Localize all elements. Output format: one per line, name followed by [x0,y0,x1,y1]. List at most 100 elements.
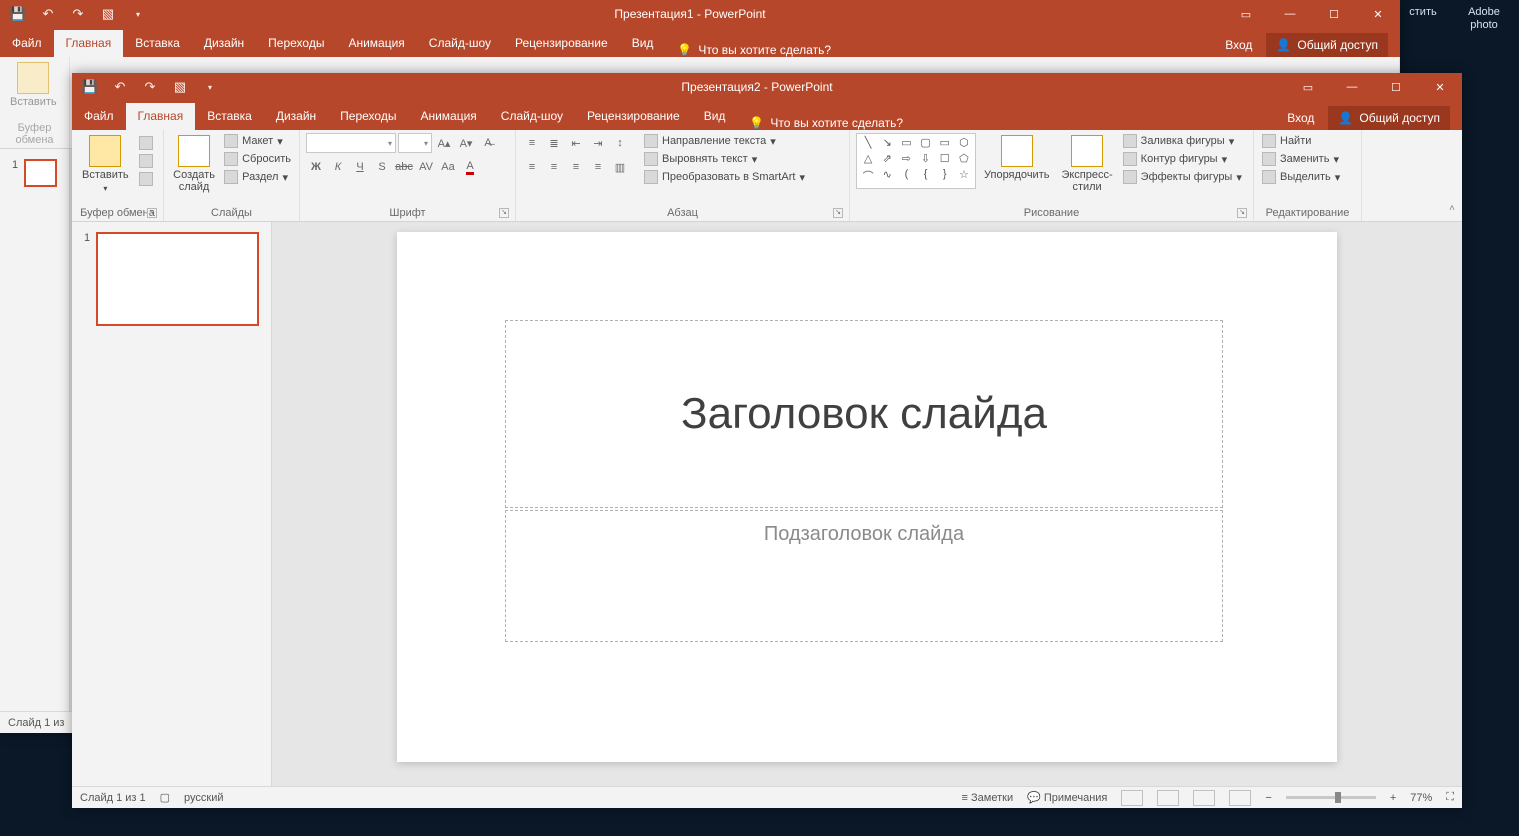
signin-link[interactable]: Вход [1287,111,1314,125]
change-case-button[interactable]: Aa [438,157,458,177]
sorter-view-button[interactable] [1157,790,1179,806]
cut-button[interactable] [137,135,155,151]
normal-view-button[interactable] [1121,790,1143,806]
undo-icon[interactable]: ↶ [40,6,56,22]
fit-button[interactable]: ⛶ [1446,791,1454,804]
columns-button[interactable]: ▥ [610,157,630,177]
share-button[interactable]: 👤Общий доступ [1266,33,1388,57]
shape-effects-button[interactable]: Эффекты фигуры ▾ [1121,169,1244,185]
dialog-launcher-icon[interactable]: ↘ [833,208,843,218]
slideshow-view-button[interactable] [1229,790,1251,806]
grow-font-button[interactable]: A▴ [434,133,454,153]
strike-button[interactable]: abc [394,157,414,177]
tab-insert[interactable]: Вставка [195,103,264,130]
dialog-launcher-icon[interactable]: ↘ [147,208,157,218]
notes-button[interactable]: ≡ Заметки [962,792,1014,804]
shadow-button[interactable]: S [372,157,392,177]
close-button[interactable]: ✕ [1356,0,1400,28]
dec-indent-button[interactable]: ⇤ [566,133,586,153]
tab-view[interactable]: Вид [620,30,666,57]
subtitle-placeholder[interactable]: Подзаголовок слайда [505,510,1223,642]
collapse-ribbon-button[interactable]: ˄ [1444,203,1460,219]
new-slide-button[interactable]: Создать слайд [170,133,218,195]
minimize-button[interactable]: — [1330,73,1374,101]
comments-button[interactable]: 💬 Примечания [1027,791,1107,804]
shape-fill-button[interactable]: Заливка фигуры ▾ [1121,133,1244,149]
tellme-input[interactable]: Что вы хотите сделать? [698,43,831,57]
smartart-button[interactable]: Преобразовать в SmartArt ▾ [642,169,807,185]
dialog-launcher-icon[interactable]: ↘ [499,208,509,218]
shapes-gallery[interactable]: ╲↘▭▢▭⬡ △⇗⇨⇩☐⬠ ⌒∿({}☆ [856,133,976,189]
tab-design[interactable]: Дизайн [192,30,256,57]
align-center-button[interactable]: ≡ [544,157,564,177]
paste-button[interactable]: Вставить▾ [78,133,133,197]
spellcheck-icon[interactable]: ▢ [160,791,170,804]
clear-format-button[interactable]: A̶ [478,133,498,153]
section-button[interactable]: Раздел ▾ [222,169,293,185]
italic-button[interactable]: К [328,157,348,177]
reading-view-button[interactable] [1193,790,1215,806]
tab-view[interactable]: Вид [692,103,738,130]
line-spacing-button[interactable]: ↕ [610,133,630,153]
align-right-button[interactable]: ≡ [566,157,586,177]
save-icon[interactable]: 💾 [82,79,98,95]
redo-icon[interactable]: ↷ [70,6,86,22]
redo-icon[interactable]: ↷ [142,79,158,95]
arrange-button[interactable]: Упорядочить [980,133,1053,183]
status-slide[interactable]: Слайд 1 из 1 [80,792,146,804]
tab-animations[interactable]: Анимация [408,103,488,130]
font-size-combo[interactable] [398,133,432,153]
slide-thumbnail[interactable]: 1 [12,159,57,187]
slideshow-icon[interactable]: ▧ [100,6,116,22]
tab-slideshow[interactable]: Слайд-шоу [489,103,575,130]
ribbon-options-icon[interactable]: ▭ [1286,73,1330,101]
quick-styles-button[interactable]: Экспресс- стили [1057,133,1116,195]
slideshow-icon[interactable]: ▧ [172,79,188,95]
tab-review[interactable]: Рецензирование [575,103,692,130]
bold-button[interactable]: Ж [306,157,326,177]
tab-transitions[interactable]: Переходы [256,30,336,57]
undo-icon[interactable]: ↶ [112,79,128,95]
titlebar[interactable]: 💾 ↶ ↷ ▧ ▾ Презентация1 - PowerPoint ▭ — … [0,0,1400,28]
copy-button[interactable] [137,153,155,169]
maximize-button[interactable]: ☐ [1312,0,1356,28]
signin-link[interactable]: Вход [1225,38,1252,52]
slide-stage[interactable]: Заголовок слайда Подзаголовок слайда [272,222,1462,786]
zoom-out-button[interactable]: − [1265,792,1271,804]
tab-transitions[interactable]: Переходы [328,103,408,130]
maximize-button[interactable]: ☐ [1374,73,1418,101]
tellme-input[interactable]: Что вы хотите сделать? [770,116,903,130]
font-combo[interactable] [306,133,396,153]
justify-button[interactable]: ≡ [588,157,608,177]
numbering-button[interactable]: ≣ [544,133,564,153]
find-button[interactable]: Найти [1260,133,1342,149]
ribbon-options-icon[interactable]: ▭ [1224,0,1268,28]
shrink-font-button[interactable]: A▾ [456,133,476,153]
underline-button[interactable]: Ч [350,157,370,177]
inc-indent-button[interactable]: ⇥ [588,133,608,153]
share-button[interactable]: 👤Общий доступ [1328,106,1450,130]
tab-animations[interactable]: Анимация [336,30,416,57]
reset-button[interactable]: Сбросить [222,151,293,167]
slide-thumbnail[interactable]: 1 [84,232,259,326]
align-text-button[interactable]: Выровнять текст ▾ [642,151,807,167]
slide-panel[interactable]: 1 [0,149,70,711]
tab-home[interactable]: Главная [126,103,196,130]
qat-more-icon[interactable]: ▾ [202,79,218,95]
text-direction-button[interactable]: Направление текста ▾ [642,133,807,149]
align-left-button[interactable]: ≡ [522,157,542,177]
zoom-level[interactable]: 77% [1410,792,1432,804]
tab-slideshow[interactable]: Слайд-шоу [417,30,503,57]
replace-button[interactable]: Заменить ▾ [1260,151,1342,167]
tab-review[interactable]: Рецензирование [503,30,620,57]
minimize-button[interactable]: — [1268,0,1312,28]
paste-button[interactable]: Вставить [6,60,61,110]
format-painter-button[interactable] [137,171,155,187]
font-color-button[interactable]: A [460,157,480,177]
dialog-launcher-icon[interactable]: ↘ [1237,208,1247,218]
titlebar[interactable]: 💾 ↶ ↷ ▧ ▾ Презентация2 - PowerPoint ▭ — … [72,73,1462,101]
layout-button[interactable]: Макет ▾ [222,133,293,149]
char-spacing-button[interactable]: AV [416,157,436,177]
title-placeholder[interactable]: Заголовок слайда [505,320,1223,508]
zoom-in-button[interactable]: + [1390,792,1396,804]
